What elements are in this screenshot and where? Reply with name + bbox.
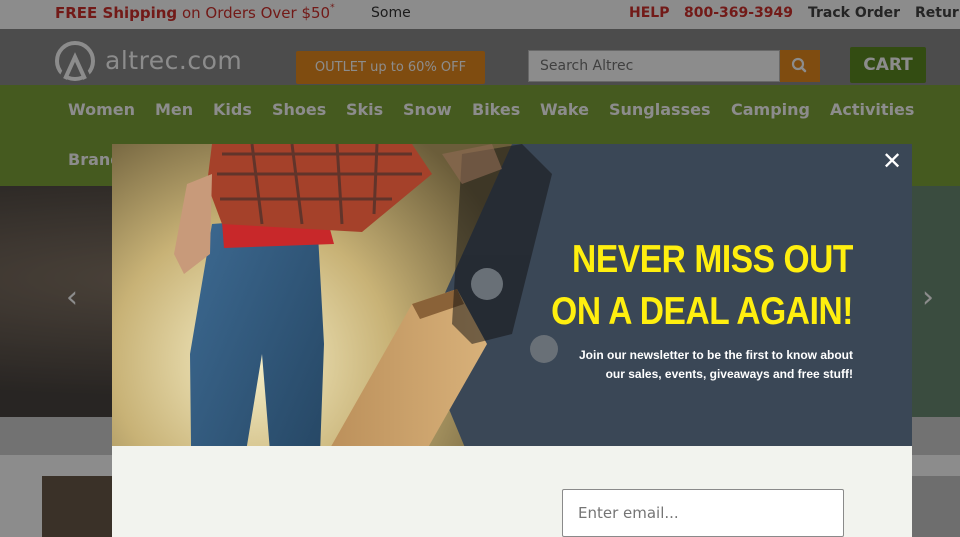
newsletter-description: Join our newsletter to be the first to k…	[553, 346, 853, 384]
newsletter-headline: NEVER MISS OUT ON A DEAL AGAIN!	[526, 234, 853, 338]
newsletter-modal: ✕ NEVER MISS OUT ON A DEAL AGAIN! Join o…	[112, 144, 912, 537]
email-field[interactable]	[562, 489, 844, 537]
close-icon[interactable]: ✕	[879, 148, 905, 174]
headline-line-2: ON A DEAL AGAIN!	[551, 290, 853, 333]
description-line-1: Join our newsletter to be the first to k…	[578, 348, 853, 362]
description-line-2: our sales, events, giveaways and free st…	[605, 367, 853, 381]
headline-line-1: NEVER MISS OUT	[572, 238, 853, 281]
